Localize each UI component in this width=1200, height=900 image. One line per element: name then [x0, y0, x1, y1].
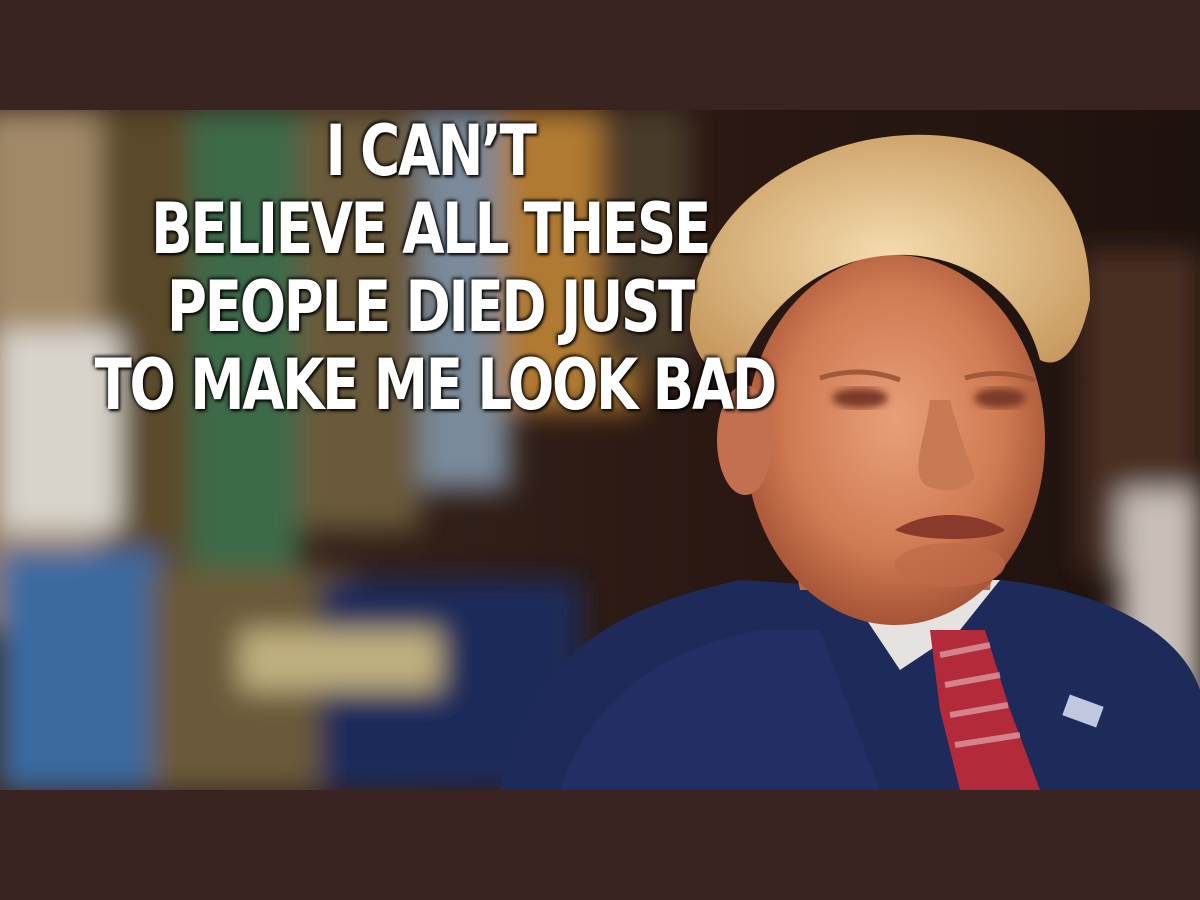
meme-caption: I CAN’T BELIEVE ALL THESE PEOPLE DIED JU… — [94, 110, 778, 426]
caption-line-3: PEOPLE DIED JUST — [167, 266, 695, 348]
caption-line-4: TO MAKE ME LOOK BAD — [94, 344, 778, 426]
meme-frame: I CAN’T BELIEVE ALL THESE PEOPLE DIED JU… — [0, 0, 1200, 900]
caption-line-1: I CAN’T — [325, 110, 537, 192]
caption-line-2: BELIEVE ALL THESE — [151, 188, 711, 270]
